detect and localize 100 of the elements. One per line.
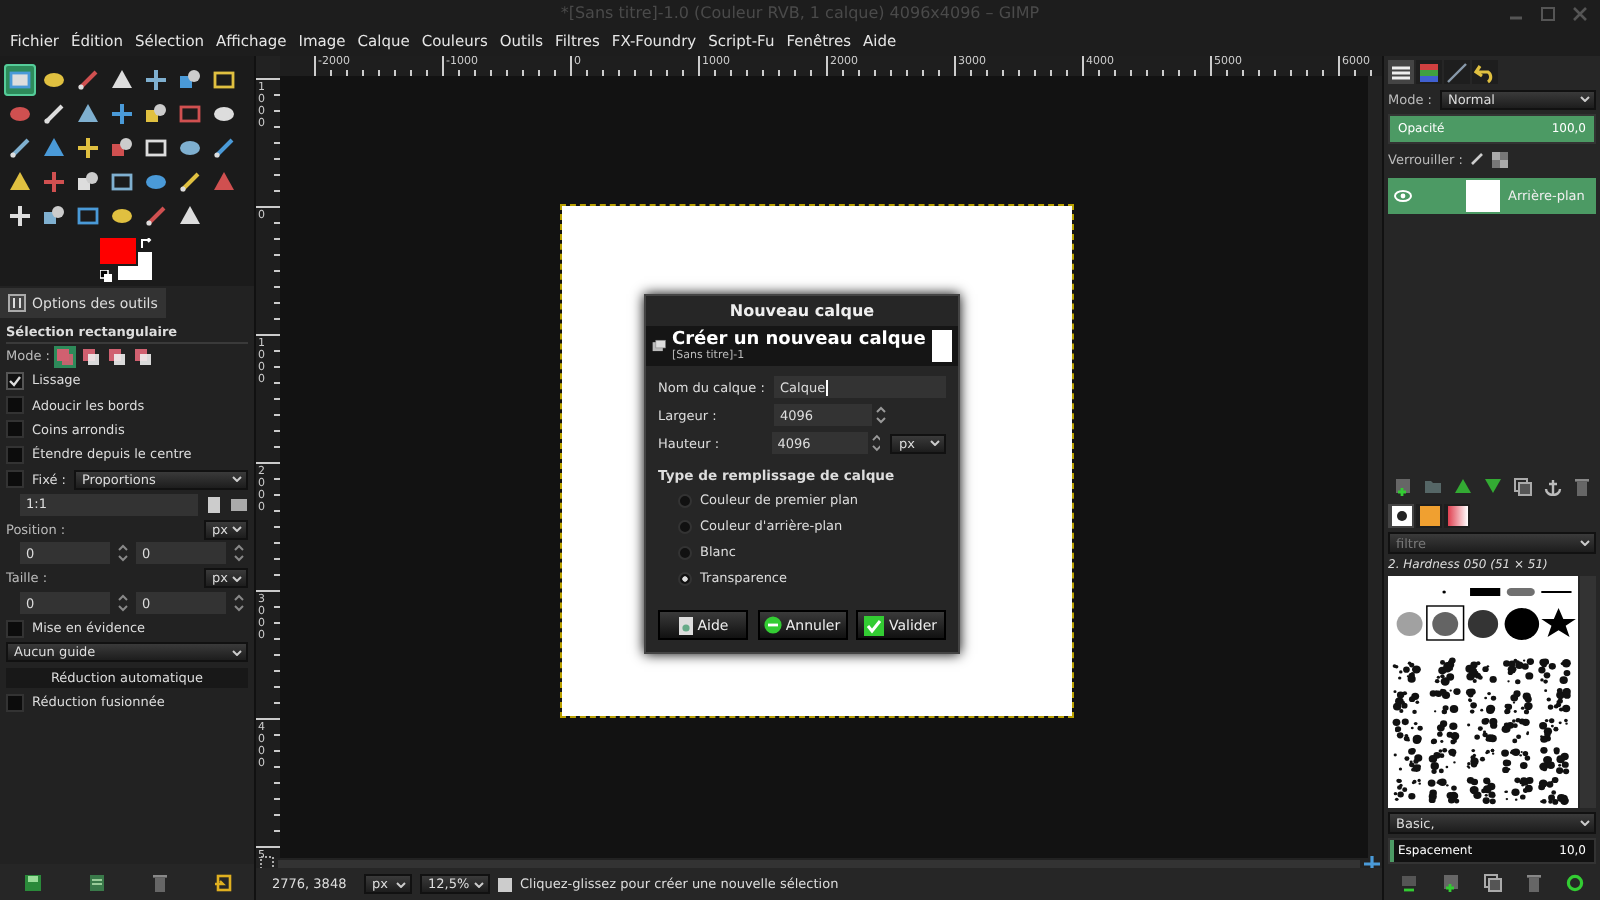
tool-icon [110, 68, 134, 92]
vertical-scrollbar[interactable] [1368, 76, 1382, 858]
tool-icon [178, 204, 202, 228]
tool-icon [76, 170, 100, 194]
checkbox[interactable] [6, 420, 24, 439]
foreground-color-swatch[interactable] [100, 238, 136, 264]
radio-button[interactable] [678, 571, 692, 585]
caret-icon [929, 440, 940, 446]
mode-button[interactable] [105, 345, 128, 367]
tool-icon [144, 170, 168, 194]
edit-brush-icon[interactable] [1400, 873, 1418, 891]
tool-icon [110, 136, 134, 160]
caret-icon [1580, 540, 1590, 546]
radio-button[interactable] [678, 545, 692, 559]
radio-button[interactable] [678, 493, 692, 507]
tool-icon [212, 102, 236, 126]
tool-icon [8, 68, 32, 92]
navigate-icon[interactable] [1364, 855, 1380, 871]
swap-arrow-icon[interactable] [140, 238, 152, 250]
trash-icon[interactable] [1574, 477, 1590, 495]
dock-tab[interactable] [1472, 60, 1498, 84]
tool-icon [110, 170, 134, 194]
tool-icon [42, 170, 66, 194]
spin-arrows-icon[interactable] [234, 594, 244, 613]
tool-icon [76, 204, 100, 228]
checkbox[interactable] [6, 396, 24, 415]
caret-icon [232, 649, 242, 656]
dock-tab[interactable] [1444, 504, 1470, 528]
spin-arrows-icon[interactable] [876, 406, 886, 424]
duplicate-icon[interactable] [1484, 873, 1502, 891]
tool-icon [8, 170, 32, 194]
tool-icon [144, 102, 168, 126]
pattern-icon [1419, 506, 1439, 526]
anchor-icon[interactable] [1544, 477, 1562, 495]
caret-icon [1580, 96, 1590, 102]
folder-icon[interactable] [1424, 478, 1442, 494]
brush-dot-icon [1391, 506, 1411, 526]
spin-arrows-icon[interactable] [871, 434, 881, 452]
trash-icon[interactable] [151, 873, 167, 891]
checkbox[interactable] [6, 693, 24, 712]
caret-icon [1580, 820, 1590, 826]
spin-arrows-icon[interactable] [118, 594, 128, 613]
tool-icon [8, 204, 32, 228]
tool-button[interactable] [72, 132, 104, 164]
tool-icon [144, 68, 168, 92]
stack-icon [1390, 61, 1412, 83]
brush-previews-drawing[interactable] [1388, 576, 1578, 808]
trash-icon[interactable] [1526, 873, 1542, 891]
tool-icon [178, 102, 202, 126]
restore-icon[interactable] [87, 873, 105, 891]
eye-icon[interactable] [1394, 190, 1412, 202]
landscape-icon[interactable] [230, 497, 248, 512]
tool-icon [76, 102, 100, 126]
up-arrow-icon[interactable] [1454, 478, 1472, 494]
reset-icon[interactable] [213, 873, 231, 891]
spin-arrows-icon[interactable] [118, 544, 128, 563]
gradient-icon [1447, 506, 1467, 526]
new-layer-icon[interactable] [1394, 477, 1412, 495]
checkbox[interactable] [6, 445, 24, 464]
tool-icon [178, 136, 202, 160]
tool-icon [144, 136, 168, 160]
caret-icon [232, 575, 242, 582]
save-icon[interactable] [23, 873, 41, 891]
checkerboard-icon[interactable] [1492, 151, 1509, 167]
quick-mask-icon[interactable] [260, 856, 274, 870]
checkbox[interactable] [6, 371, 24, 390]
tool-button[interactable] [4, 200, 36, 232]
background-color-swatch[interactable] [118, 252, 152, 280]
new-brush-icon[interactable] [1442, 873, 1460, 891]
tool-icon [76, 136, 100, 160]
duplicate-icon[interactable] [1514, 477, 1532, 495]
tool-icon [42, 102, 66, 126]
vertical-scrollbar[interactable] [1580, 576, 1596, 808]
tool-button[interactable] [140, 64, 172, 96]
layer-thumbnail [1466, 180, 1500, 212]
tool-button[interactable] [106, 98, 138, 130]
portrait-icon[interactable] [206, 495, 222, 514]
dock-tab[interactable] [1416, 504, 1442, 528]
undo-arrow-icon [1474, 61, 1496, 83]
refresh-icon[interactable] [1566, 873, 1584, 891]
reset-colors-icon[interactable] [100, 270, 112, 282]
checkbox[interactable] [6, 619, 24, 638]
document-icon [677, 615, 694, 635]
tool-icon [8, 102, 32, 126]
down-arrow-icon[interactable] [1484, 478, 1502, 494]
mode-button[interactable] [131, 345, 154, 367]
checkbox[interactable] [6, 470, 24, 489]
caret-icon [232, 526, 242, 533]
radio-button[interactable] [678, 519, 692, 533]
dock-tab[interactable] [1388, 504, 1414, 528]
caret-icon [232, 476, 242, 483]
square-icon [498, 877, 512, 891]
dock-tab[interactable] [1388, 60, 1414, 84]
tool-icon [76, 68, 100, 92]
caret-icon [474, 881, 484, 887]
spin-arrows-icon[interactable] [234, 544, 244, 563]
checkmark-icon [864, 615, 885, 635]
tool-icon [42, 136, 66, 160]
mode-button[interactable] [79, 345, 102, 367]
tool-icon [42, 68, 66, 92]
